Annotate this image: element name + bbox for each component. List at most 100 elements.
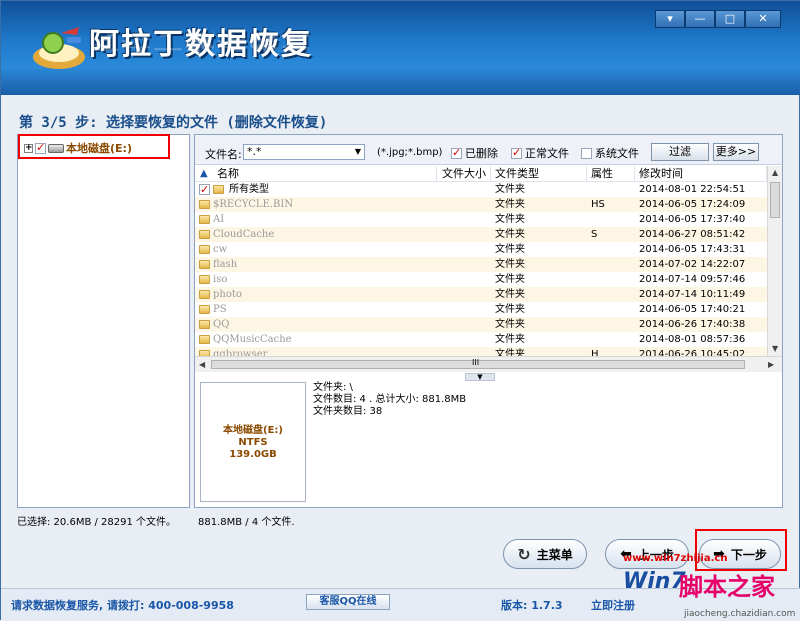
- qq-service-button[interactable]: 客服QQ在线: [306, 594, 390, 610]
- hscroll-thumb[interactable]: III: [211, 358, 745, 369]
- cell-name: flash: [195, 257, 437, 272]
- chevron-down-icon: ▼: [354, 147, 361, 156]
- close-button[interactable]: ✕: [745, 10, 781, 28]
- cell-size: [437, 272, 491, 287]
- cell-name: cw: [195, 242, 437, 257]
- folder-icon: [199, 230, 210, 239]
- folder-icon: [199, 260, 210, 269]
- main-menu-button[interactable]: ↻ 主菜单: [503, 539, 587, 569]
- table-row[interactable]: CloudCache 文件夹 S 2014-06-27 08:51:42: [195, 227, 767, 242]
- row-name: flash: [213, 259, 238, 270]
- system-checkbox[interactable]: [581, 147, 592, 159]
- panel-splitter[interactable]: ▼: [465, 373, 495, 381]
- watermark-win7: Win7: [623, 569, 686, 594]
- normal-label: 正常文件: [525, 147, 569, 160]
- drive-tree: + 本地磁盘(E:): [17, 134, 190, 508]
- table-row[interactable]: QQ 文件夹 2014-06-26 17:40:38: [195, 317, 767, 332]
- column-size[interactable]: 文件大小: [437, 166, 491, 181]
- drive-card: 本地磁盘(E:) NTFS 139.0GB: [200, 382, 306, 502]
- register-link[interactable]: 立即注册: [591, 597, 635, 613]
- table-row[interactable]: iso 文件夹 2014-07-14 09:57:46: [195, 272, 767, 287]
- maximize-button[interactable]: □: [715, 10, 745, 28]
- row-checkbox[interactable]: [199, 182, 210, 197]
- folder-icon: [199, 275, 210, 284]
- vertical-scrollbar[interactable]: ▲ ▼: [767, 166, 782, 356]
- filename-hint: (*.jpg;*.bmp): [377, 147, 443, 158]
- cell-type: 文件夹: [495, 199, 525, 210]
- column-name[interactable]: ▲ 名称: [195, 166, 437, 181]
- filter-button[interactable]: 过滤: [651, 143, 709, 161]
- window-controls: ▾ — □ ✕: [655, 10, 781, 28]
- cell-attr: S: [591, 229, 598, 240]
- info-count: 文件数目: 4 . 总计大小: 881.8MB: [313, 394, 467, 405]
- column-attr[interactable]: 属性: [587, 166, 635, 181]
- table-row[interactable]: photo 文件夹 2014-07-14 10:11:49: [195, 287, 767, 302]
- file-panel: 文件名: *.* ▼ (*.jpg;*.bmp) 已删除 正常文件 系统文件 过…: [194, 134, 783, 508]
- cell-name: 所有类型: [195, 182, 437, 197]
- cell-name: CloudCache: [195, 227, 437, 242]
- cell-size: [437, 317, 491, 332]
- column-date[interactable]: 修改时间: [635, 166, 767, 181]
- folder-icon: [213, 185, 224, 194]
- system-option[interactable]: 系统文件: [581, 145, 639, 161]
- folder-icon: [199, 245, 210, 254]
- table-row[interactable]: qqbrowser 文件夹 H 2014-06-26 10:45:02: [195, 347, 767, 356]
- scroll-down-icon[interactable]: ▼: [772, 344, 778, 353]
- more-button[interactable]: 更多>>: [713, 143, 759, 161]
- cell-attr: [587, 257, 635, 272]
- folder-icon: [199, 290, 210, 299]
- cell-name: qqbrowser: [195, 347, 437, 356]
- scroll-left-icon[interactable]: ◀: [199, 360, 205, 369]
- minimize-button[interactable]: —: [685, 10, 715, 28]
- cell-size: [437, 242, 491, 257]
- cell-size: [437, 347, 491, 356]
- table-row[interactable]: 所有类型 文件夹 2014-08-01 22:54:51: [195, 182, 767, 197]
- table-row[interactable]: $RECYCLE.BIN 文件夹 HS 2014-06-05 17:24:09: [195, 197, 767, 212]
- cell-size: [437, 227, 491, 242]
- normal-checkbox[interactable]: [511, 146, 522, 159]
- cell-date: 2014-06-27 08:51:42: [639, 229, 746, 240]
- horizontal-scrollbar[interactable]: ◀ III ▶: [195, 356, 782, 372]
- system-label: 系统文件: [595, 147, 639, 160]
- step-title: 第 3/5 步: 选择要恢复的文件 (删除文件恢复): [19, 115, 328, 131]
- column-name-label: 名称: [217, 167, 239, 180]
- row-name: iso: [213, 274, 228, 285]
- cell-size: [437, 302, 491, 317]
- row-name: QQMusicCache: [213, 334, 292, 345]
- cell-name: photo: [195, 287, 437, 302]
- cell-attr: HS: [591, 199, 605, 210]
- scroll-thumb[interactable]: [770, 182, 780, 218]
- cell-date: 2014-07-14 10:11:49: [639, 289, 746, 300]
- filename-select[interactable]: *.* ▼: [243, 144, 365, 160]
- cell-date: 2014-06-05 17:43:31: [639, 244, 746, 255]
- table-row[interactable]: AI 文件夹 2014-06-05 17:37:40: [195, 212, 767, 227]
- cell-name: $RECYCLE.BIN: [195, 197, 437, 212]
- normal-option[interactable]: 正常文件: [511, 145, 569, 161]
- cell-attr: [587, 287, 635, 302]
- menu-dropdown-button[interactable]: ▾: [655, 10, 685, 28]
- row-name: photo: [213, 289, 242, 300]
- cell-name: PS: [195, 302, 437, 317]
- cell-type: 文件夹: [495, 319, 525, 330]
- scroll-up-icon[interactable]: ▲: [772, 168, 778, 177]
- cell-name: QQMusicCache: [195, 332, 437, 347]
- row-name: 所有类型: [229, 184, 269, 195]
- cell-name: QQ: [195, 317, 437, 332]
- deleted-checkbox[interactable]: [451, 146, 462, 159]
- table-row[interactable]: cw 文件夹 2014-06-05 17:43:31: [195, 242, 767, 257]
- deleted-option[interactable]: 已删除: [451, 145, 498, 161]
- watermark-url: www.win7zhijia.cn: [623, 553, 728, 564]
- title-banner: 阿拉丁数据恢复 阿拉丁数据恢复 ▾ — □ ✕: [1, 1, 800, 95]
- table-row[interactable]: flash 文件夹 2014-07-02 14:22:07: [195, 257, 767, 272]
- scroll-right-icon[interactable]: ▶: [768, 360, 774, 369]
- cell-date: 2014-06-26 17:40:38: [639, 319, 746, 330]
- table-row[interactable]: QQMusicCache 文件夹 2014-08-01 08:57:36: [195, 332, 767, 347]
- version-text: 版本: 1.7.3: [501, 599, 563, 612]
- column-type[interactable]: 文件类型: [491, 166, 587, 181]
- table-row[interactable]: PS 文件夹 2014-06-05 17:40:21: [195, 302, 767, 317]
- row-name: cw: [213, 244, 228, 255]
- cell-type: 文件夹: [495, 259, 525, 270]
- drive-card-size: 139.0GB: [229, 449, 277, 460]
- cell-type: 文件夹: [495, 289, 525, 300]
- cell-attr: H: [591, 349, 599, 356]
